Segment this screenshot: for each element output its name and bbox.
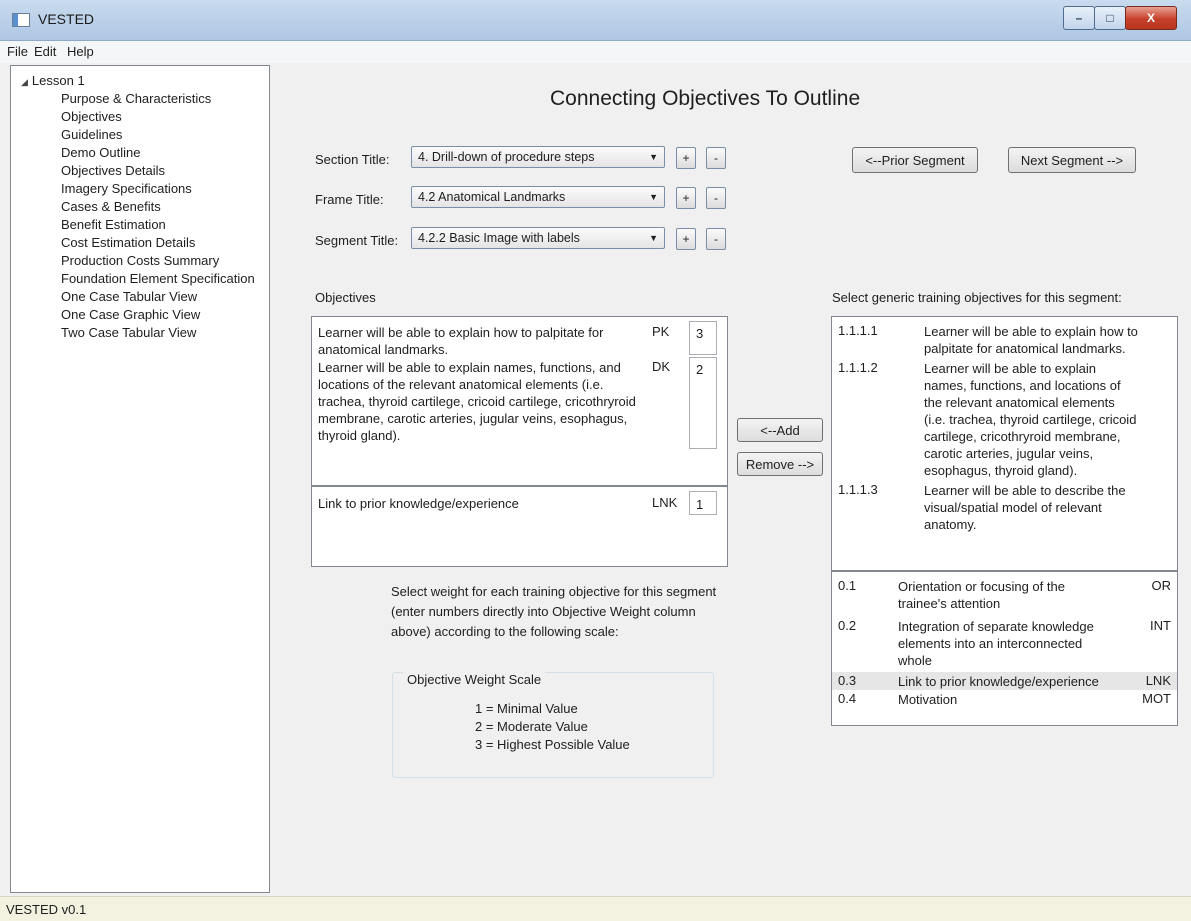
scale-title: Objective Weight Scale bbox=[403, 672, 546, 687]
dropdown-arrow-icon: ▼ bbox=[649, 192, 658, 202]
segment-title-label: Segment Title: bbox=[315, 233, 399, 248]
tree-root-lesson-1[interactable]: ◢ Lesson 1 bbox=[21, 73, 85, 88]
category-number: 0.2 bbox=[838, 618, 857, 633]
section-title-value: 4. Drill-down of procedure steps bbox=[418, 150, 595, 164]
add-section-button[interactable]: + bbox=[676, 147, 696, 169]
category-text: Motivation bbox=[898, 692, 958, 707]
frame-title-value: 4.2 Anatomical Landmarks bbox=[418, 190, 566, 204]
remove-objective-button[interactable]: Remove --> bbox=[737, 452, 823, 476]
category-number: 0.3 bbox=[838, 673, 857, 688]
category-number: 0.1 bbox=[838, 578, 857, 593]
dropdown-arrow-icon: ▼ bbox=[649, 233, 658, 243]
objective-text: Learner will be able to explain names, f… bbox=[318, 360, 636, 443]
add-frame-button[interactable]: + bbox=[676, 187, 696, 209]
category-text: Integration of separate knowledge elemen… bbox=[898, 619, 1094, 668]
category-text: Orientation or focusing of the trainee's… bbox=[898, 579, 1065, 611]
category-code: INT bbox=[1150, 618, 1171, 633]
section-title-label: Section Title: bbox=[315, 152, 390, 167]
link-objective-code: LNK bbox=[652, 495, 678, 510]
tree-item-cases-benefits[interactable]: Cases & Benefits bbox=[61, 199, 161, 214]
scale-line: 2 = Moderate Value bbox=[475, 719, 588, 734]
scale-line: 1 = Minimal Value bbox=[475, 701, 578, 716]
objective-weight-input[interactable]: 2 bbox=[689, 357, 717, 449]
tree-item-guidelines[interactable]: Guidelines bbox=[61, 127, 122, 142]
category-text: Link to prior knowledge/experience bbox=[898, 674, 1099, 689]
link-objective-list[interactable]: Link to prior knowledge/experience LNK 1 bbox=[311, 486, 728, 567]
weight-instructions: Select weight for each training objectiv… bbox=[391, 584, 717, 639]
category-number: 0.4 bbox=[838, 691, 857, 706]
close-button[interactable]: X bbox=[1125, 6, 1177, 30]
app-icon bbox=[12, 13, 30, 27]
minimize-button[interactable]: – bbox=[1063, 6, 1095, 30]
objective-text: Learner will be able to explain how to p… bbox=[318, 325, 604, 357]
remove-segment-button[interactable]: - bbox=[706, 228, 726, 250]
tree-item-one-case-graphic-view[interactable]: One Case Graphic View bbox=[61, 307, 200, 322]
menu-help[interactable]: Help bbox=[67, 44, 94, 59]
category-code: MOT bbox=[1142, 691, 1171, 706]
tree-item-two-case-tabular-view[interactable]: Two Case Tabular View bbox=[61, 325, 196, 340]
generic-objectives-label: Select generic training objectives for t… bbox=[832, 290, 1122, 305]
lesson-tree: ◢ Lesson 1 Purpose & Characteristics Obje… bbox=[10, 65, 270, 893]
frame-title-dropdown[interactable]: 4.2 Anatomical Landmarks ▼ bbox=[411, 186, 665, 208]
prior-segment-button[interactable]: <--Prior Segment bbox=[852, 147, 978, 173]
add-segment-button[interactable]: + bbox=[676, 228, 696, 250]
generic-objective-text[interactable]: Learner will be able to describe the vis… bbox=[924, 482, 1139, 533]
link-objective-text: Link to prior knowledge/experience bbox=[318, 496, 519, 511]
scale-line: 3 = Highest Possible Value bbox=[475, 737, 630, 752]
tree-item-foundation-element-specification[interactable]: Foundation Element Specification bbox=[61, 271, 255, 286]
tree-item-production-costs-summary[interactable]: Production Costs Summary bbox=[61, 253, 219, 268]
menu-bar: File Edit Help bbox=[0, 41, 1191, 63]
list-item[interactable]: 0.2 Integration of separate knowledge el… bbox=[832, 614, 1177, 670]
tree-item-one-case-tabular-view[interactable]: One Case Tabular View bbox=[61, 289, 197, 304]
generic-objective-text[interactable]: Learner will be able to explain names, f… bbox=[924, 360, 1139, 479]
remove-section-button[interactable]: - bbox=[706, 147, 726, 169]
objective-code: PK bbox=[652, 324, 670, 339]
maximize-button[interactable]: □ bbox=[1094, 6, 1126, 30]
tree-item-purpose[interactable]: Purpose & Characteristics bbox=[61, 91, 211, 106]
remove-frame-button[interactable]: - bbox=[706, 187, 726, 209]
generic-objectives-list[interactable]: 1.1.1.1 Learner will be able to explain … bbox=[831, 316, 1178, 571]
objective-weight-scale-group: Objective Weight Scale 1 = Minimal Value… bbox=[392, 672, 714, 778]
tree-item-objectives-details[interactable]: Objectives Details bbox=[61, 163, 165, 178]
category-code: OR bbox=[1151, 578, 1172, 593]
window-title: VESTED bbox=[38, 11, 95, 27]
status-text: VESTED v0.1 bbox=[6, 902, 87, 917]
generic-objective-number: 1.1.1.2 bbox=[838, 360, 878, 375]
section-title-dropdown[interactable]: 4. Drill-down of procedure steps ▼ bbox=[411, 146, 665, 168]
add-objective-button[interactable]: <--Add bbox=[737, 418, 823, 442]
menu-edit[interactable]: Edit bbox=[34, 44, 56, 59]
generic-objective-number: 1.1.1.1 bbox=[838, 323, 878, 338]
generic-objective-text[interactable]: Learner will be able to explain how to p… bbox=[924, 323, 1139, 357]
tree-root-label: Lesson 1 bbox=[31, 73, 85, 88]
frame-title-label: Frame Title: bbox=[315, 192, 384, 207]
title-bar: VESTED – □ X bbox=[0, 0, 1191, 41]
dropdown-arrow-icon: ▼ bbox=[649, 152, 658, 162]
objective-code: DK bbox=[652, 359, 671, 374]
generic-objective-number: 1.1.1.3 bbox=[838, 482, 878, 497]
link-objective-weight-input[interactable]: 1 bbox=[689, 491, 717, 515]
list-item[interactable]: 0.1 Orientation or focusing of the train… bbox=[832, 572, 1177, 611]
status-bar: VESTED v0.1 bbox=[0, 896, 1191, 921]
category-code: LNK bbox=[1145, 673, 1171, 688]
tree-item-benefit-estimation[interactable]: Benefit Estimation bbox=[61, 217, 166, 232]
list-item[interactable]: 0.4 Motivation MOT bbox=[832, 690, 1177, 708]
expand-arrow-icon[interactable]: ◢ bbox=[21, 77, 28, 87]
page-title: Connecting Objectives To Outline bbox=[550, 87, 861, 110]
next-segment-button[interactable]: Next Segment --> bbox=[1008, 147, 1136, 173]
objectives-label: Objectives bbox=[315, 290, 376, 305]
tree-item-cost-estimation-details[interactable]: Cost Estimation Details bbox=[61, 235, 195, 250]
list-item-selected[interactable]: 0.3 Link to prior knowledge/experience L… bbox=[832, 672, 1177, 690]
segment-title-dropdown[interactable]: 4.2.2 Basic Image with labels ▼ bbox=[411, 227, 665, 249]
objective-weight-input[interactable]: 3 bbox=[689, 321, 717, 355]
segment-title-value: 4.2.2 Basic Image with labels bbox=[418, 231, 580, 245]
objectives-list[interactable]: Learner will be able to explain how to p… bbox=[311, 316, 728, 486]
menu-file[interactable]: File bbox=[7, 44, 28, 59]
objective-categories-list[interactable]: 0.1 Orientation or focusing of the train… bbox=[831, 571, 1178, 726]
tree-item-objectives[interactable]: Objectives bbox=[61, 109, 122, 124]
tree-item-demo-outline[interactable]: Demo Outline bbox=[61, 145, 140, 160]
tree-item-imagery-specifications[interactable]: Imagery Specifications bbox=[61, 181, 192, 196]
